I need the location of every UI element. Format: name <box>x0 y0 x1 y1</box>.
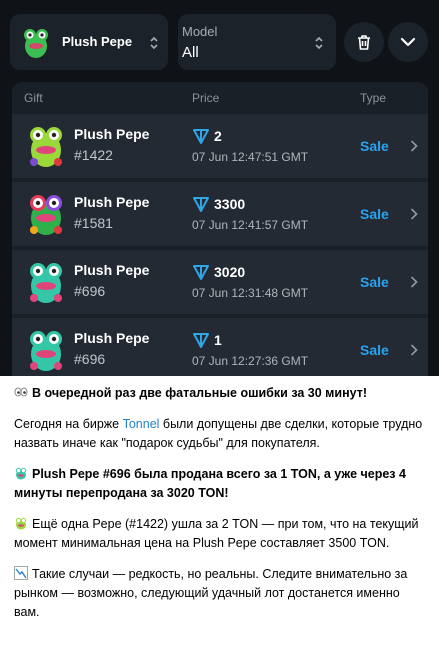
frog-emoji-icon <box>15 467 27 480</box>
table-row[interactable]: Plush Pepe #1581 3300 07 Jun 12:41:57 GM… <box>12 182 428 246</box>
updown-icon <box>315 36 323 50</box>
sale-date: 07 Jun 12:31:48 GMT <box>192 286 309 300</box>
table-header: Gift Price Type <box>12 82 428 114</box>
post-headline-paragraph: В очередной раз две фатальные ошибки за … <box>14 384 424 403</box>
eyes-emoji-icon <box>14 387 28 397</box>
gift-filter-label: Plush Pepe <box>62 34 133 49</box>
post-paragraph-2: Plush Pepe #696 была продана всего за 1 … <box>14 465 424 503</box>
sale-date: 07 Jun 12:41:57 GMT <box>192 218 309 232</box>
gift-name: Plush Pepe <box>74 330 150 346</box>
frog-emoji-icon <box>15 517 27 530</box>
price-amount: 3300 <box>214 196 246 212</box>
post-paragraph-4: Такие случаи — редкость, но реальны. Сле… <box>14 565 424 622</box>
pepe-thumb-icon <box>30 263 62 303</box>
sales-table: Gift Price Type Plush Pepe #1422 2 07 Ju… <box>12 82 428 376</box>
updown-icon <box>150 36 158 50</box>
pepe-thumb-icon <box>24 29 48 58</box>
sale-type: Sale <box>360 342 389 358</box>
pepe-thumb-icon <box>30 331 62 371</box>
table-row[interactable]: Plush Pepe #1422 2 07 Jun 12:47:51 GMT S… <box>12 114 428 178</box>
price-amount: 3020 <box>214 264 246 280</box>
chevron-down-icon <box>400 37 416 47</box>
tonnel-link[interactable]: Tonnel <box>123 417 160 431</box>
model-filter-caption: Model <box>182 24 218 39</box>
gift-name: Plush Pepe <box>74 262 150 278</box>
gift-name: Plush Pepe <box>74 194 150 210</box>
gift-number: #1422 <box>74 147 113 163</box>
chevron-right-icon <box>410 208 418 220</box>
chevron-right-icon <box>410 276 418 288</box>
chevron-right-icon <box>410 140 418 152</box>
clear-filters-button[interactable] <box>344 22 384 62</box>
post-paragraph-3: Ещё одна Pepe (#1422) ушла за 2 TON — пр… <box>14 515 424 553</box>
gift-number: #696 <box>74 351 106 367</box>
post-p3-text: Ещё одна Pepe (#1422) ушла за 2 TON — пр… <box>14 517 419 550</box>
ton-icon <box>193 333 209 348</box>
header-type: Type <box>360 91 387 105</box>
post-headline: В очередной раз две фатальные ошибки за … <box>32 386 368 400</box>
post-paragraph-1: Сегодня на бирже Tonnel были допущены дв… <box>14 415 424 453</box>
ton-icon <box>193 265 209 280</box>
screenshot-panel: Plush Pepe Model All Gift Price Type Plu… <box>0 0 439 376</box>
filters-bar: Plush Pepe Model All <box>10 14 430 78</box>
chart-emoji-icon <box>14 566 28 580</box>
gift-number: #1581 <box>74 215 113 231</box>
table-row[interactable]: Plush Pepe #696 3020 07 Jun 12:31:48 GMT… <box>12 250 428 314</box>
model-filter-value: All <box>182 44 199 61</box>
post-p2-text: Plush Pepe #696 была продана всего за 1 … <box>14 467 406 500</box>
header-price: Price <box>192 91 220 105</box>
model-filter-select[interactable]: Model All <box>178 14 336 70</box>
gift-number: #696 <box>74 283 106 299</box>
sale-date: 07 Jun 12:27:36 GMT <box>192 354 309 368</box>
sale-type: Sale <box>360 206 389 222</box>
table-row[interactable]: Plush Pepe #696 1 07 Jun 12:27:36 GMT Sa… <box>12 318 428 376</box>
sale-date: 07 Jun 12:47:51 GMT <box>192 150 309 164</box>
message-text: В очередной раз две фатальные ошибки за … <box>14 384 424 634</box>
header-gift: Gift <box>24 91 43 105</box>
gift-filter-select[interactable]: Plush Pepe <box>10 14 168 70</box>
sale-type: Sale <box>360 274 389 290</box>
pepe-thumb-icon <box>30 127 62 167</box>
post-p1-before: Сегодня на бирже <box>14 417 123 431</box>
gift-name: Plush Pepe <box>74 126 150 142</box>
price-amount: 2 <box>214 128 222 144</box>
chevron-right-icon <box>410 344 418 356</box>
price-amount: 1 <box>214 332 222 348</box>
ton-icon <box>193 129 209 144</box>
post-p4-text: Такие случаи — редкость, но реальны. Сле… <box>14 567 408 619</box>
ton-icon <box>193 197 209 212</box>
trash-icon <box>358 35 370 50</box>
expand-filters-button[interactable] <box>388 22 428 62</box>
sale-type: Sale <box>360 138 389 154</box>
pepe-thumb-icon <box>30 195 62 235</box>
